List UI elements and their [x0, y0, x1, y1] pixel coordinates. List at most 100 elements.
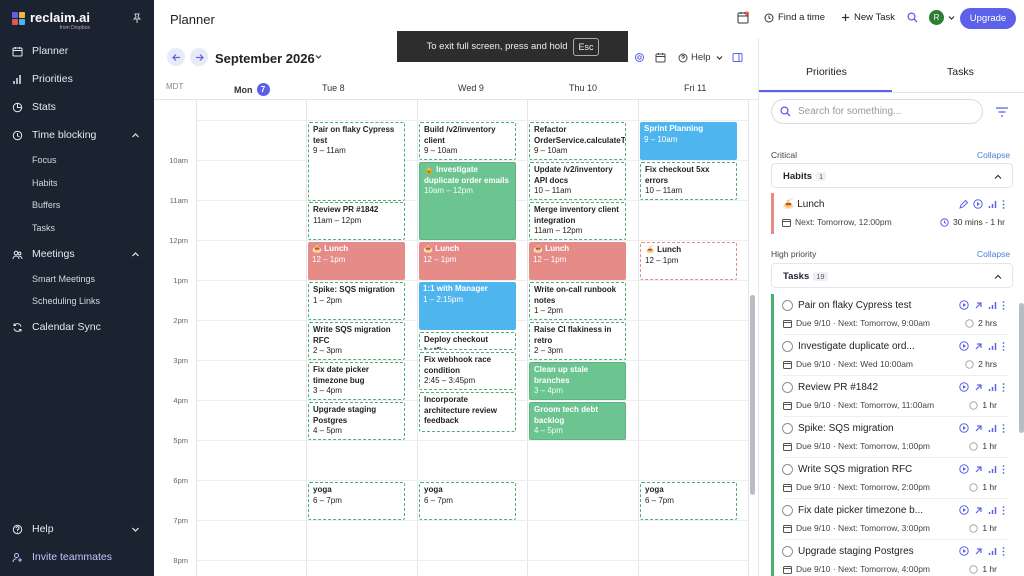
- open-arrow-icon[interactable]: [974, 301, 983, 310]
- chevron-up-icon[interactable]: [994, 273, 1002, 281]
- sidebar-item-priorities[interactable]: Priorities: [0, 72, 154, 86]
- more-icon[interactable]: [1002, 382, 1005, 392]
- prev-week-button[interactable]: [167, 48, 185, 66]
- collapse-critical-link[interactable]: Collapse: [977, 150, 1010, 160]
- calendar-event[interactable]: Update /v2/inventory API docs 10 – 11am: [529, 162, 626, 200]
- calendar-event[interactable]: 🍝 Lunch 12 – 1pm: [529, 242, 626, 280]
- habit-item-lunch[interactable]: 🍝 Lunch Next: Tomorrow, 12:00pm 30 mins …: [771, 193, 1013, 234]
- help-button[interactable]: Help: [678, 52, 723, 63]
- calendar-event[interactable]: yoga 6 – 7pm: [419, 482, 516, 520]
- chevron-down-icon[interactable]: [315, 54, 322, 60]
- complete-checkbox[interactable]: [782, 546, 793, 557]
- task-item[interactable]: Fix date picker timezone b... Due 9/10 · …: [771, 499, 1013, 540]
- calendar-event[interactable]: Build /v2/inventory client 9 – 10am: [419, 122, 516, 160]
- day-header-wed[interactable]: Wed 9: [458, 83, 484, 93]
- pin-icon[interactable]: [132, 13, 142, 23]
- task-item[interactable]: Upgrade staging Postgres Due 9/10 · Next:…: [771, 540, 1013, 576]
- sidebar-subitem-tasks[interactable]: Tasks: [32, 223, 55, 233]
- complete-checkbox[interactable]: [782, 423, 793, 434]
- calendar-event[interactable]: 1:1 with Manager 1 – 2:15pm: [419, 282, 516, 330]
- day-header-thu[interactable]: Thu 10: [569, 83, 597, 93]
- sidebar-subitem-habits[interactable]: Habits: [32, 178, 58, 188]
- calendar-event[interactable]: Groom tech debt backlog 4 – 5pm: [529, 402, 626, 440]
- task-item[interactable]: Write SQS migration RFC Due 9/10 · Next: …: [771, 458, 1013, 499]
- calendar-event[interactable]: Refactor OrderService.calculateTot 9 – 10…: [529, 122, 626, 160]
- calendar-event[interactable]: Upgrade staging Postgres 4 – 5pm: [308, 402, 405, 440]
- calendar-event[interactable]: Raise CI flakiness in retro 2 – 3pm: [529, 322, 626, 360]
- avatar[interactable]: R: [929, 10, 944, 25]
- priority-bars-icon[interactable]: [988, 383, 997, 392]
- calendar-scrollbar[interactable]: [750, 295, 755, 495]
- more-icon[interactable]: [1002, 199, 1005, 209]
- search-icon[interactable]: [907, 12, 918, 23]
- play-icon[interactable]: [959, 464, 969, 474]
- sidebar-item-stats[interactable]: Stats: [0, 100, 154, 114]
- priority-bars-icon[interactable]: [988, 424, 997, 433]
- priority-bars-icon[interactable]: [988, 301, 997, 310]
- calendar-event[interactable]: yoga 6 – 7pm: [640, 482, 737, 520]
- sidebar-subitem-smart-meetings[interactable]: Smart Meetings: [32, 274, 95, 284]
- sidebar-toggle-icon[interactable]: [732, 52, 743, 63]
- sidebar-item-calendar-sync[interactable]: Calendar Sync: [0, 320, 154, 334]
- calendar-event[interactable]: Clean up stale branches 3 – 4pm: [529, 362, 626, 400]
- sidebar-subitem-scheduling-links[interactable]: Scheduling Links: [32, 296, 100, 306]
- calendar-event[interactable]: Review PR #1842 11am – 12pm: [308, 202, 405, 240]
- tasks-group[interactable]: Tasks 19: [771, 263, 1013, 288]
- complete-checkbox[interactable]: [782, 341, 793, 352]
- play-icon[interactable]: [959, 300, 969, 310]
- day-header-tue[interactable]: Tue 8: [322, 83, 345, 93]
- calendar-event[interactable]: Sprint Planning 9 – 10am: [640, 122, 737, 160]
- calendar-event[interactable]: Incorporate architecture review feedback: [419, 392, 516, 432]
- more-icon[interactable]: [1002, 464, 1005, 474]
- calendar-event[interactable]: yoga 6 – 7pm: [308, 482, 405, 520]
- calendar-event[interactable]: Merge inventory client integration 11am –…: [529, 202, 626, 240]
- upgrade-button[interactable]: Upgrade: [960, 8, 1016, 29]
- play-icon[interactable]: [959, 505, 969, 515]
- day-header-fri[interactable]: Fri 11: [684, 83, 706, 93]
- open-arrow-icon[interactable]: [974, 465, 983, 474]
- chevron-up-icon[interactable]: [994, 173, 1002, 181]
- calendar-view-icon[interactable]: [655, 52, 666, 63]
- logo[interactable]: reclaim.ai from Dropbox: [12, 11, 90, 31]
- play-icon[interactable]: [959, 423, 969, 433]
- sidebar-item-time-blocking[interactable]: Time blocking: [0, 128, 154, 142]
- task-item[interactable]: Pair on flaky Cypress test Due 9/10 · Nex…: [771, 294, 1013, 335]
- calendar-event[interactable]: Write SQS migration RFC 2 – 3pm: [308, 322, 405, 360]
- calendar-grid[interactable]: 10am 11am 12pm 1pm 2pm 3pm 4pm 5pm 6pm 7…: [154, 100, 758, 576]
- open-arrow-icon[interactable]: [974, 547, 983, 556]
- calendar-event[interactable]: Spike: SQS migration 1 – 2pm: [308, 282, 405, 320]
- search-input[interactable]: Search for something...: [771, 99, 983, 124]
- new-task-button[interactable]: New Task: [841, 12, 895, 23]
- chevron-down-icon[interactable]: [948, 15, 955, 21]
- play-icon[interactable]: [959, 382, 969, 392]
- tab-tasks[interactable]: Tasks: [947, 66, 974, 78]
- play-icon[interactable]: [973, 199, 983, 209]
- task-item[interactable]: Investigate duplicate ord... Due 9/10 · N…: [771, 335, 1013, 376]
- sidebar-subitem-buffers[interactable]: Buffers: [32, 200, 60, 210]
- priority-bars-icon[interactable]: [988, 342, 997, 351]
- chevron-down-icon[interactable]: [131, 525, 140, 534]
- task-item[interactable]: Review PR #1842 Due 9/10 · Next: Tomorrow…: [771, 376, 1013, 417]
- habits-group[interactable]: Habits 1: [771, 163, 1013, 188]
- sidebar-item-help[interactable]: Help: [0, 522, 154, 536]
- priority-bars-icon[interactable]: [988, 465, 997, 474]
- more-icon[interactable]: [1002, 423, 1005, 433]
- complete-checkbox[interactable]: [782, 505, 793, 516]
- more-icon[interactable]: [1002, 341, 1005, 351]
- sidebar-subitem-focus[interactable]: Focus: [32, 155, 57, 165]
- task-item[interactable]: Spike: SQS migration Due 9/10 · Next: Tom…: [771, 417, 1013, 458]
- open-arrow-icon[interactable]: [974, 424, 983, 433]
- complete-checkbox[interactable]: [782, 300, 793, 311]
- calendar-event[interactable]: Fix webhook race condition 2:45 – 3:45pm: [419, 352, 516, 390]
- priority-bars-icon[interactable]: [988, 547, 997, 556]
- open-arrow-icon[interactable]: [974, 506, 983, 515]
- more-icon[interactable]: [1002, 546, 1005, 556]
- calendar-event[interactable]: Fix checkout 5xx errors 10 – 11am: [640, 162, 737, 200]
- calendar-event[interactable]: 🍝 Lunch 12 – 1pm: [419, 242, 516, 280]
- calendar-event[interactable]: 🍝 Lunch 12 – 1pm: [308, 242, 405, 280]
- filter-icon[interactable]: [995, 107, 1009, 117]
- sidebar-item-invite[interactable]: Invite teammates: [0, 550, 154, 564]
- calendar-event[interactable]: 🔒 Investigate duplicate order emails 10am…: [419, 162, 516, 240]
- collapse-high-link[interactable]: Collapse: [977, 249, 1010, 259]
- more-icon[interactable]: [1002, 505, 1005, 515]
